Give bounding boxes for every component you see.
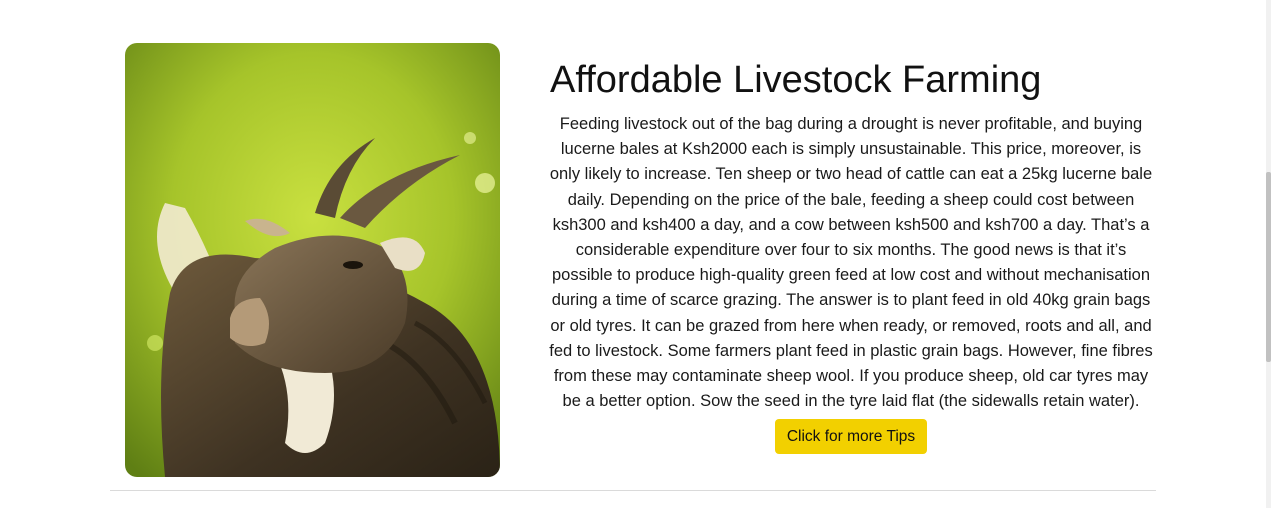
more-tips-button[interactable]: Click for more Tips [774, 419, 928, 455]
section-divider [110, 490, 1156, 491]
scrollbar[interactable] [1266, 0, 1271, 508]
goat-image [125, 43, 500, 477]
article-content: Affordable Livestock Farming Feeding liv… [546, 56, 1156, 455]
goat-photo [125, 43, 500, 477]
article-card: Affordable Livestock Farming Feeding liv… [110, 0, 1156, 490]
page: Affordable Livestock Farming Feeding liv… [0, 0, 1271, 508]
article-body: Feeding livestock out of the bag during … [549, 115, 1153, 411]
scrollbar-thumb[interactable] [1266, 172, 1271, 362]
article-title: Affordable Livestock Farming [550, 59, 1042, 101]
